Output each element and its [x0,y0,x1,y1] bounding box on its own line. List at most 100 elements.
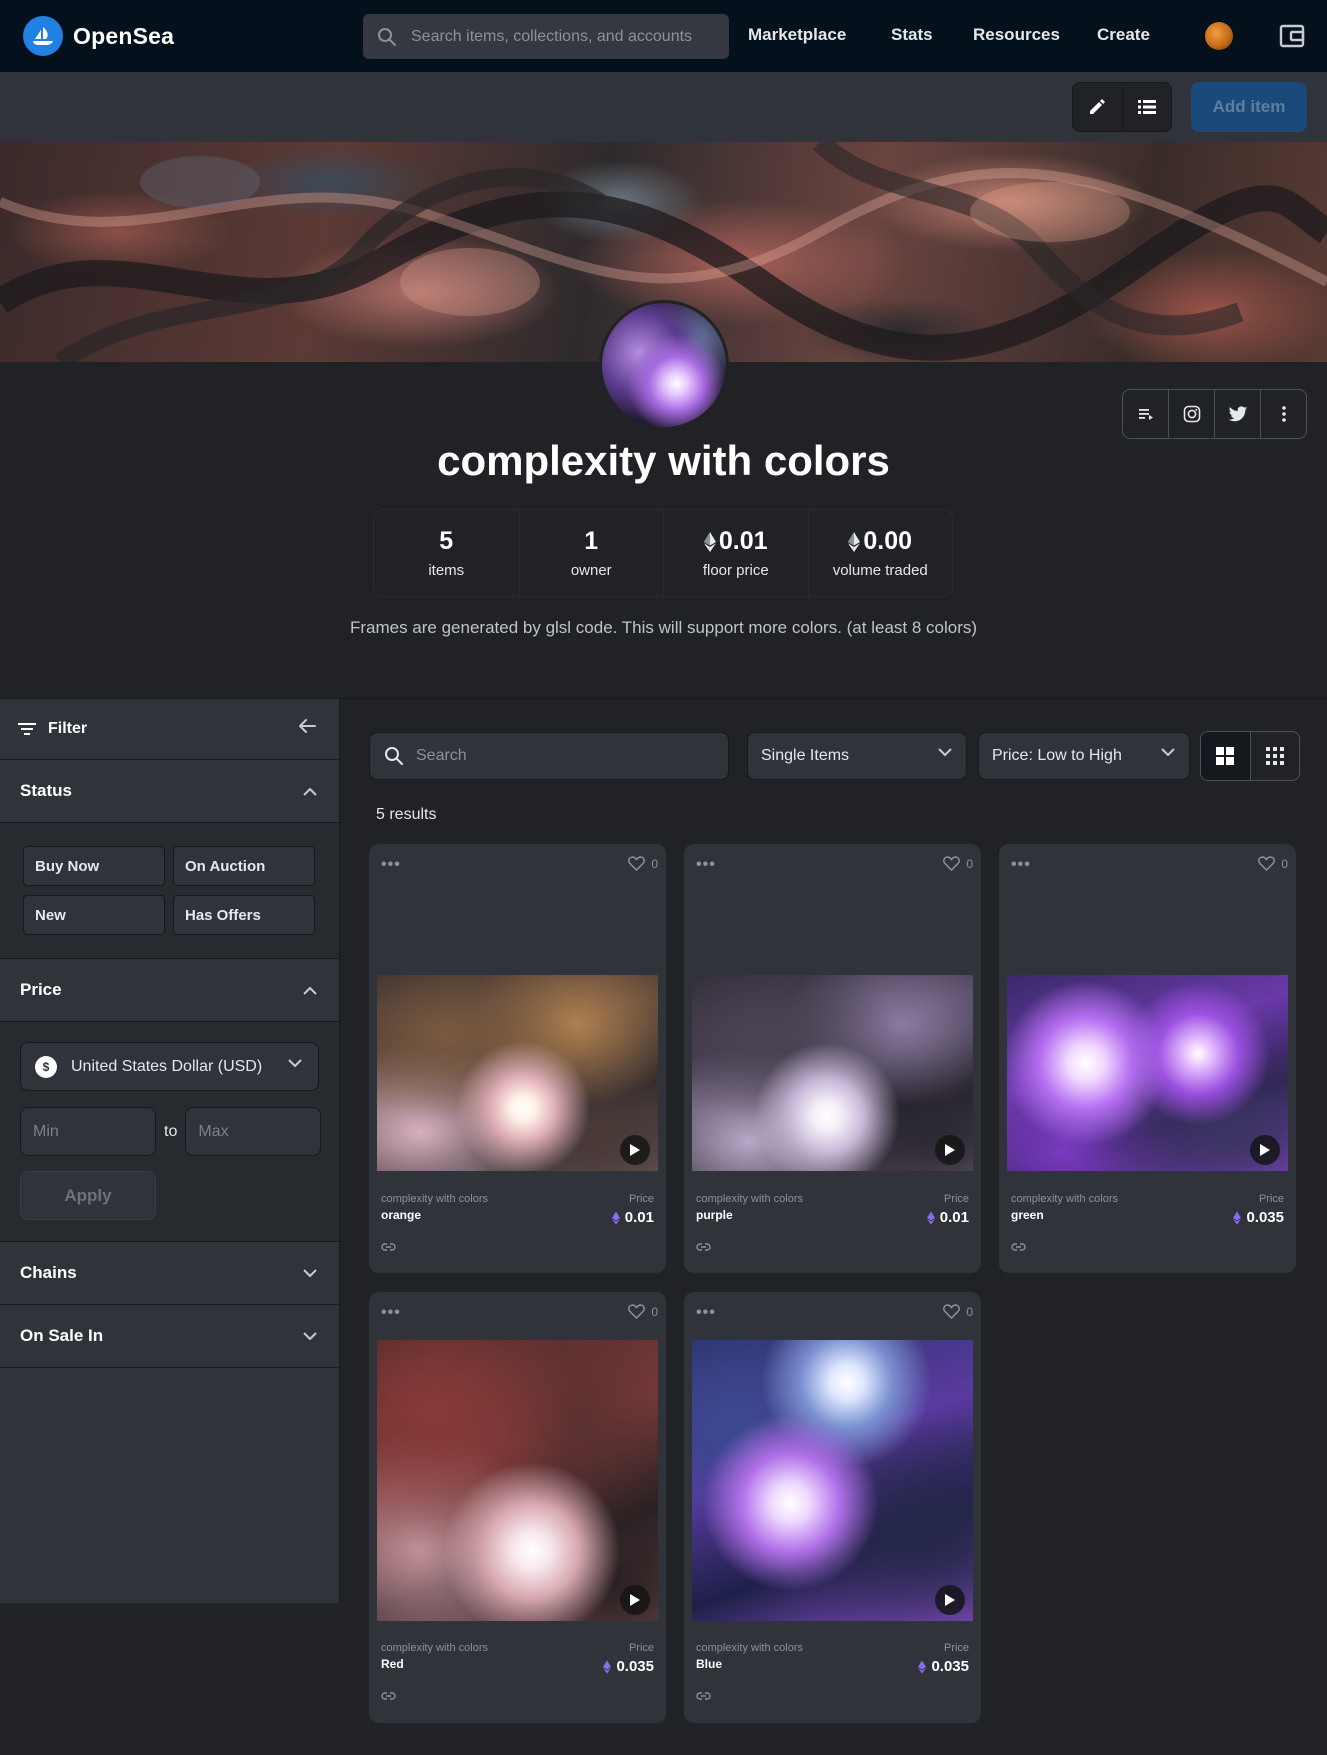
nft-card-red[interactable]: ••• 0 complexity with colors Red Price 0… [369,1292,666,1723]
play-button[interactable] [620,1585,650,1615]
status-section-header[interactable]: Status [0,760,339,823]
price-max-input[interactable] [185,1107,322,1156]
collection-list-button[interactable] [1121,83,1171,131]
nav-link-resources[interactable]: Resources [973,25,1060,45]
opensea-logo[interactable]: OpenSea [23,16,174,56]
twitter-link[interactable] [1214,390,1260,438]
play-button[interactable] [1250,1135,1280,1165]
arrow-left-icon[interactable] [297,716,317,736]
card-more-icon[interactable]: ••• [381,856,401,874]
favorite-count: 0 [1281,856,1288,871]
play-button[interactable] [620,1135,650,1165]
brand-name: OpenSea [73,22,175,49]
currency-value: United States Dollar (USD) [71,1057,263,1075]
nft-artwork[interactable] [692,1340,973,1621]
price-range: to [20,1107,322,1156]
instagram-link[interactable] [1168,390,1214,438]
play-icon [945,1594,955,1606]
on-sale-section-title: On Sale In [20,1326,104,1345]
favorite-button[interactable]: 0 [1258,856,1288,871]
search-icon [378,27,396,46]
favorite-button[interactable]: 0 [628,856,658,871]
more-options-button[interactable] [1260,390,1306,438]
items-search[interactable] [369,732,729,780]
add-item-button[interactable]: Add item [1191,82,1307,132]
favorite-button[interactable]: 0 [943,856,973,871]
price-section: $ United States Dollar (USD) to Apply [0,1022,339,1242]
nft-card-blue[interactable]: ••• 0 complexity with colors Blue Price … [684,1292,981,1723]
stat-label: owner [570,562,612,579]
on-sale-section-header[interactable]: On Sale In [0,1305,339,1368]
nft-card-purple[interactable]: ••• 0 complexity with colors purple Pric… [684,844,981,1273]
pencil-icon [1090,99,1106,114]
status-on-auction[interactable]: On Auction [173,846,315,886]
card-meta: complexity with colors green Price 0.035 [1011,1193,1284,1226]
status-new[interactable]: New [23,895,165,935]
card-collection-name[interactable]: complexity with colors [381,1642,654,1654]
large-grid-button[interactable] [1201,732,1250,780]
card-price: 0.01 [611,1209,654,1226]
card-more-icon[interactable]: ••• [381,1304,401,1322]
small-grid-button[interactable] [1249,732,1299,780]
item-type-value: Single Items [761,747,850,764]
edit-collection-button[interactable] [1073,83,1122,131]
card-collection-name[interactable]: complexity with colors [696,1642,969,1654]
heart-icon [628,856,646,871]
nft-card-green[interactable]: ••• 0 complexity with colors green Price… [999,844,1296,1273]
nft-artwork[interactable] [377,975,658,1171]
item-type-dropdown[interactable]: Single Items [747,732,967,780]
stat-owners[interactable]: 1 owner [518,510,664,596]
play-button[interactable] [935,1585,965,1615]
global-search[interactable] [363,14,729,59]
status-has-offers[interactable]: Has Offers [173,895,315,935]
card-price-value: 0.01 [939,1209,969,1226]
card-more-icon[interactable]: ••• [696,1304,716,1322]
chevron-down-icon [1161,748,1175,757]
opensea-logo-icon [23,16,63,56]
results-count: 5 results [376,806,437,823]
wallet-icon[interactable] [1279,23,1305,49]
card-more-icon[interactable]: ••• [1011,856,1031,874]
card-collection-name[interactable]: complexity with colors [1011,1193,1284,1205]
chains-section-header[interactable]: Chains [0,1242,339,1305]
stat-volume-traded[interactable]: 0.00 volume traded [807,510,953,596]
chain-link-icon [381,1243,396,1251]
currency-select[interactable]: $ United States Dollar (USD) [20,1042,319,1091]
card-meta: complexity with colors Red Price 0.035 [381,1642,654,1675]
card-collection-name[interactable]: complexity with colors [381,1193,654,1205]
apply-price-button[interactable]: Apply [20,1171,156,1220]
profile-avatar[interactable] [1205,22,1233,50]
filter-header[interactable]: Filter [0,699,339,760]
eth-icon [703,531,716,552]
stat-floor-price[interactable]: 0.01 floor price [663,510,808,596]
nft-artwork[interactable] [377,1340,658,1621]
card-collection-name[interactable]: complexity with colors [696,1193,969,1205]
stat-items[interactable]: 5 items [374,510,519,596]
favorite-button[interactable]: 0 [943,1304,973,1319]
chevron-down-icon [303,1268,317,1277]
nft-artwork[interactable] [1007,975,1288,1171]
play-button[interactable] [935,1135,965,1165]
stat-value: 1 [584,527,599,555]
nft-card-orange[interactable]: ••• 0 complexity with colors orange Pric… [369,844,666,1273]
card-price: 0.035 [918,1658,969,1675]
card-more-icon[interactable]: ••• [696,856,716,874]
card-price-label: Price [628,1193,654,1205]
stat-value: 0.01 [703,527,768,556]
price-section-header[interactable]: Price [0,959,339,1022]
nft-artwork[interactable] [692,975,973,1171]
items-search-input[interactable] [416,747,706,765]
activity-button[interactable] [1123,390,1168,438]
status-section-title: Status [20,781,72,800]
chain-link-icon [381,1692,396,1700]
nav-link-stats[interactable]: Stats [891,25,933,45]
price-min-input[interactable] [20,1107,156,1156]
sort-dropdown[interactable]: Price: Low to High [978,732,1190,780]
global-search-input[interactable] [411,27,721,46]
grid-size-toggle [1200,731,1300,781]
favorite-button[interactable]: 0 [628,1304,658,1319]
nav-link-create[interactable]: Create [1097,25,1150,45]
status-buy-now[interactable]: Buy Now [23,846,165,886]
nav-link-marketplace[interactable]: Marketplace [748,25,846,45]
favorite-count: 0 [966,856,973,871]
